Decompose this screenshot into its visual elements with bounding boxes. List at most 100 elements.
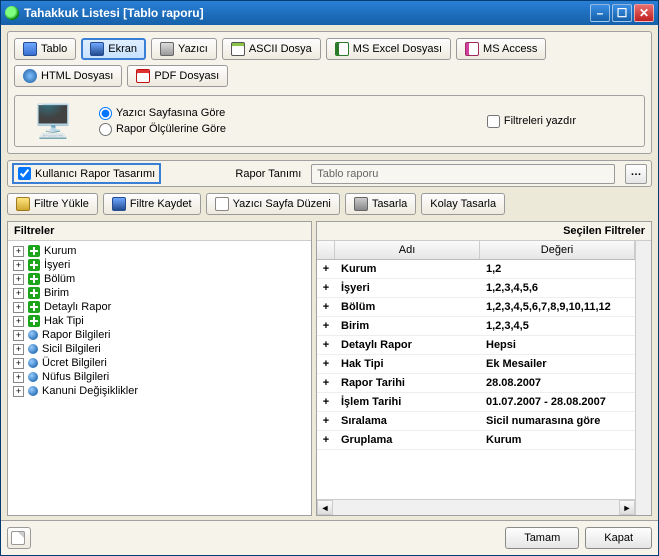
window-title: Tahakkuk Listesi [Tablo raporu] [24,6,204,20]
tree-item[interactable]: + Rapor Bilgileri [11,328,308,342]
grid-cell-name: Birim [335,317,480,335]
radio-yazici-sayfasina[interactable]: Yazıcı Sayfasına Göre [99,107,226,120]
plus-node-icon [28,273,40,285]
titlebar[interactable]: Tahakkuk Listesi [Tablo raporu] – ☐ ✕ [1,1,658,25]
expand-icon[interactable]: + [13,330,24,341]
expand-icon[interactable]: + [13,358,24,369]
plus-node-icon [28,245,40,257]
tree-item[interactable]: +Bölüm [11,272,308,286]
expand-icon[interactable]: + [317,279,335,297]
pdf-button[interactable]: PDF Dosyası [127,65,228,87]
grid-cell-name: İşlem Tarihi [335,393,480,411]
expand-icon[interactable]: + [317,374,335,392]
tree-item[interactable]: +Birim [11,286,308,300]
vertical-scrollbar[interactable] [635,241,651,515]
screen-icon [90,42,104,56]
expand-icon[interactable]: + [13,372,24,383]
close-button[interactable]: ✕ [634,4,654,22]
tamam-button[interactable]: Tamam [505,527,579,549]
access-button[interactable]: MS Access [456,38,546,60]
expand-icon[interactable]: + [317,260,335,278]
tree-item-label: İşyeri [44,259,70,271]
grid-cell-value: 1,2,3,4,5,6 [480,279,635,297]
expand-icon[interactable]: + [13,316,24,327]
tree-item[interactable]: +Nüfus Bilgileri [11,370,308,384]
tree-item[interactable]: +Ücret Bilgileri [11,356,308,370]
grid-row[interactable]: +Kurum1,2 [317,260,635,279]
ascii-button[interactable]: ASCII Dosya [222,38,321,60]
monitor-icon: 🖥️ [23,102,83,140]
filtreler-tree[interactable]: +Kurum+İşyeri+Bölüm+Birim+Detaylı Rapor+… [8,241,311,515]
expand-icon[interactable]: + [13,260,24,271]
folder-node-icon [28,330,38,340]
expand-icon[interactable]: + [317,393,335,411]
expand-icon[interactable]: + [317,431,335,449]
main-window: Tahakkuk Listesi [Tablo raporu] – ☐ ✕ Ta… [0,0,659,556]
tree-item[interactable]: + Kanuni Değişiklikler [11,384,308,398]
ekran-button[interactable]: Ekran [81,38,146,60]
tree-item[interactable]: +Kurum [11,244,308,258]
html-button[interactable]: HTML Dosyası [14,65,122,87]
expand-icon[interactable]: + [13,246,24,257]
minimize-button[interactable]: – [590,4,610,22]
expand-icon[interactable]: + [13,344,24,355]
horizontal-scrollbar[interactable]: ◄ ► [317,499,635,515]
kolay-tasarla-button[interactable]: Kolay Tasarla [421,193,505,215]
grid-header: Adı Değeri [317,241,635,260]
expand-icon[interactable]: + [317,336,335,354]
grid-row[interactable]: +Hak TipiEk Mesailer [317,355,635,374]
plus-node-icon [28,315,40,327]
expand-icon[interactable]: + [13,386,24,397]
grid-row[interactable]: +GruplamaKurum [317,431,635,450]
grid-cell-value: Kurum [480,431,635,449]
tree-item-label: Detaylı Rapor [44,301,111,313]
grid-row[interactable]: +SıralamaSicil numarasına göre [317,412,635,431]
rapor-tanimi-label: Rapor Tanımı [211,168,301,180]
tasarla-button[interactable]: Tasarla [345,193,416,215]
grid-body[interactable]: +Kurum1,2+İşyeri1,2,3,4,5,6+Bölüm1,2,3,4… [317,260,635,499]
scroll-right-icon[interactable]: ► [619,500,635,515]
tree-item-label: Rapor Bilgileri [42,329,110,341]
grid-row[interactable]: +Birim1,2,3,4,5 [317,317,635,336]
tree-item[interactable]: + İşyeri [11,258,308,272]
expand-icon[interactable]: + [317,355,335,373]
tree-item-label: Kanuni Değişiklikler [42,385,138,397]
excel-button[interactable]: MS Excel Dosyası [326,38,451,60]
rapor-tanimi-input[interactable] [311,164,615,184]
grid-row[interactable]: +Bölüm1,2,3,4,5,6,7,8,9,10,11,12 [317,298,635,317]
scroll-left-icon[interactable]: ◄ [317,500,333,515]
chk-kullanici-rapor-tasarimi[interactable]: Kullanıcı Rapor Tasarımı [12,163,161,184]
yazici-button[interactable]: Yazıcı [151,38,217,60]
new-button[interactable] [7,527,31,549]
expand-icon[interactable]: + [13,302,24,313]
grid-row[interactable]: +Rapor Tarihi28.08.2007 [317,374,635,393]
yazici-sayfa-duzeni-button[interactable]: Yazıcı Sayfa Düzeni [206,193,340,215]
kapat-button[interactable]: Kapat [585,527,652,549]
grid-row[interactable]: +İşyeri1,2,3,4,5,6 [317,279,635,298]
maximize-button[interactable]: ☐ [612,4,632,22]
expand-icon[interactable]: + [317,298,335,316]
tablo-button[interactable]: Tablo [14,38,76,60]
filtre-yukle-button[interactable]: Filtre Yükle [7,193,98,215]
excel-icon [335,42,349,56]
tree-item[interactable]: +Sicil Bilgileri [11,342,308,356]
filtreler-pane: Filtreler +Kurum+İşyeri+Bölüm+Birim+Deta… [7,221,312,516]
expand-icon[interactable]: + [317,412,335,430]
tree-item[interactable]: +Hak Tipi [11,314,308,328]
grid-row[interactable]: +İşlem Tarihi01.07.2007 - 28.08.2007 [317,393,635,412]
secilen-filtreler-pane: Seçilen Filtreler Adı Değeri +Kurum1,2+İ… [316,221,652,516]
pdf-icon [136,69,150,83]
save-icon [112,197,126,211]
expand-icon[interactable]: + [13,274,24,285]
filtre-kaydet-button[interactable]: Filtre Kaydet [103,193,201,215]
folder-node-icon [28,358,38,368]
rapor-tanimi-browse-button[interactable]: … [625,164,647,184]
tree-item[interactable]: + Detaylı Rapor [11,300,308,314]
grid-cell-name: Kurum [335,260,480,278]
grid-row[interactable]: +Detaylı RaporHepsi [317,336,635,355]
expand-icon[interactable]: + [317,317,335,335]
expand-icon[interactable]: + [13,288,24,299]
grid-cell-name: Sıralama [335,412,480,430]
chk-filtreleri-yazdir[interactable]: Filtreleri yazdır [487,115,576,128]
radio-rapor-olculerine[interactable]: Rapor Ölçülerine Göre [99,123,226,136]
